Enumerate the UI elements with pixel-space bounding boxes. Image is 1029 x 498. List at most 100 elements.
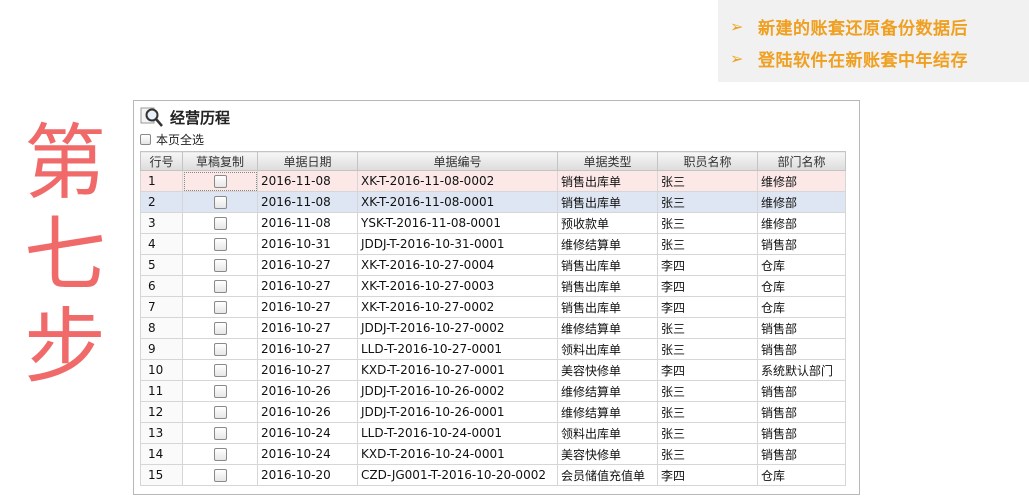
panel-title: 经营历程 xyxy=(170,109,231,127)
table-row[interactable]: 13 2016-10-24 LLD-T-2016-10-24-0001 领料出库单 张三… xyxy=(140,422,846,444)
checkbox-icon[interactable] xyxy=(213,238,227,251)
document-number: CZD-JG001-T-2016-10-20-0002 xyxy=(357,464,558,486)
table-row[interactable]: 12 2016-10-26 JDDJ-T-2016-10-26-0001 维修结算单张… xyxy=(140,401,846,423)
column-header[interactable]: 单据编号 xyxy=(357,151,558,171)
department-name: 仓库 xyxy=(757,296,846,318)
document-number: LLD-T-2016-10-24-0001 xyxy=(357,422,558,444)
draft-copy-checkbox[interactable] xyxy=(182,296,258,318)
department-name: 维修部 xyxy=(757,170,846,192)
draft-copy-checkbox[interactable] xyxy=(182,422,258,444)
draft-copy-checkbox[interactable] xyxy=(182,317,258,339)
staff-name: 张三 xyxy=(657,401,758,423)
checkbox-icon[interactable] xyxy=(213,469,227,482)
checkbox-icon[interactable] xyxy=(213,217,227,230)
staff-name: 张三 xyxy=(657,317,758,339)
row-number: 14 xyxy=(140,443,183,465)
department-name: 系统默认部门 xyxy=(757,359,846,381)
document-number: JDDJ-T-2016-10-27-0002 xyxy=(357,317,558,339)
column-header[interactable]: 草稿复制 xyxy=(182,151,258,171)
department-name: 销售部 xyxy=(757,317,846,339)
column-header[interactable]: 部门名称 xyxy=(757,151,846,171)
notes-box: ➢ 新建的账套还原备份数据后 ➢ 登陆软件在新账套中年结存 xyxy=(718,0,1029,82)
draft-copy-checkbox[interactable] xyxy=(182,401,258,423)
draft-copy-checkbox[interactable] xyxy=(182,275,258,297)
checkbox-icon[interactable] xyxy=(213,364,227,377)
column-header[interactable]: 单据日期 xyxy=(257,151,358,171)
department-name: 仓库 xyxy=(757,254,846,276)
checkbox-icon[interactable] xyxy=(213,406,227,419)
row-number: 3 xyxy=(140,212,183,234)
department-name: 销售部 xyxy=(757,233,846,255)
staff-name: 张三 xyxy=(657,233,758,255)
document-type: 领料出库单 xyxy=(557,338,658,360)
table-row[interactable]: 14 2016-10-24 KXD-T-2016-10-24-0001 美容快修单 张三… xyxy=(140,443,846,465)
row-number: 10 xyxy=(140,359,183,381)
draft-copy-checkbox[interactable] xyxy=(182,212,258,234)
row-number: 4 xyxy=(140,233,183,255)
staff-name: 张三 xyxy=(657,212,758,234)
department-name: 销售部 xyxy=(757,443,846,465)
step-title-char: 步 xyxy=(23,300,106,395)
draft-copy-checkbox[interactable] xyxy=(182,359,258,381)
checkbox-icon[interactable] xyxy=(213,427,227,440)
table-row[interactable]: 1 2016-11-08 XK-T-2016-11-08-0002 销售出库单 张三 维修… xyxy=(140,170,846,192)
staff-name: 李四 xyxy=(657,254,758,276)
table-row[interactable]: 2 2016-11-08 XK-T-2016-11-08-0001 销售出库单 张三 维修… xyxy=(140,191,846,213)
row-number: 12 xyxy=(140,401,183,423)
row-number: 9 xyxy=(140,338,183,360)
table-row[interactable]: 10 2016-10-27 KXD-T-2016-10-27-0001 美容快修单 李四… xyxy=(140,359,846,381)
draft-copy-checkbox[interactable] xyxy=(182,443,258,465)
document-type: 美容快修单 xyxy=(557,359,658,381)
checkbox-icon[interactable] xyxy=(213,301,227,314)
document-type: 销售出库单 xyxy=(557,254,658,276)
checkbox-icon[interactable] xyxy=(213,280,227,293)
checkbox-icon[interactable] xyxy=(213,259,227,272)
table-row[interactable]: 8 2016-10-27 JDDJ-T-2016-10-27-0002 维修结算单 张三… xyxy=(140,317,846,339)
column-header[interactable]: 单据类型 xyxy=(557,151,658,171)
document-number: XK-T-2016-10-27-0003 xyxy=(357,275,558,297)
table-row[interactable]: 11 2016-10-26 JDDJ-T-2016-10-26-0002 维修结算单张… xyxy=(140,380,846,402)
row-number: 8 xyxy=(140,317,183,339)
table-row[interactable]: 15 2016-10-20 CZD-JG001-T-2016-10-20-0002 会… xyxy=(140,464,846,486)
checkbox-icon[interactable] xyxy=(213,196,227,209)
arrow-bullet-icon: ➢ xyxy=(730,48,744,68)
document-type: 维修结算单 xyxy=(557,401,658,423)
document-number: XK-T-2016-11-08-0002 xyxy=(357,170,558,192)
checkbox-icon[interactable] xyxy=(213,385,227,398)
column-header[interactable]: 行号 xyxy=(140,151,183,171)
draft-copy-checkbox[interactable] xyxy=(182,380,258,402)
document-date: 2016-10-27 xyxy=(257,317,358,339)
select-all-checkbox[interactable]: 本页全选 xyxy=(140,131,204,148)
draft-copy-checkbox[interactable] xyxy=(182,191,258,213)
document-date: 2016-11-08 xyxy=(257,170,358,192)
checkbox-icon[interactable] xyxy=(213,448,227,461)
checkbox-icon[interactable] xyxy=(140,134,151,145)
checkbox-icon[interactable] xyxy=(213,343,227,356)
checkbox-icon[interactable] xyxy=(213,175,227,188)
staff-name: 张三 xyxy=(657,170,758,192)
table-row[interactable]: 3 2016-11-08 YSK-T-2016-11-08-0001 预收款单 张三 维修… xyxy=(140,212,846,234)
document-type: 销售出库单 xyxy=(557,170,658,192)
draft-copy-checkbox[interactable] xyxy=(182,233,258,255)
note-item: ➢ 新建的账套还原备份数据后 xyxy=(730,10,1029,42)
checkbox-icon[interactable] xyxy=(213,322,227,335)
document-type: 维修结算单 xyxy=(557,317,658,339)
table-row[interactable]: 4 2016-10-31 JDDJ-T-2016-10-31-0001 维修结算单 张三… xyxy=(140,233,846,255)
department-name: 销售部 xyxy=(757,422,846,444)
draft-copy-checkbox[interactable] xyxy=(182,254,258,276)
note-item: ➢ 登陆软件在新账套中年结存 xyxy=(730,42,1029,74)
draft-copy-checkbox[interactable] xyxy=(182,338,258,360)
column-header[interactable]: 职员名称 xyxy=(657,151,758,171)
magnifier-icon xyxy=(140,107,163,127)
note-text: 新建的账套还原备份数据后 xyxy=(758,18,968,39)
staff-name: 张三 xyxy=(657,338,758,360)
table-row[interactable]: 6 2016-10-27 XK-T-2016-10-27-0003 销售出库单 李四 仓库 xyxy=(140,275,846,297)
document-date: 2016-11-08 xyxy=(257,191,358,213)
draft-copy-checkbox[interactable] xyxy=(182,464,258,486)
table-row[interactable]: 7 2016-10-27 XK-T-2016-10-27-0002 销售出库单 李四 仓库 xyxy=(140,296,846,318)
table-row[interactable]: 5 2016-10-27 XK-T-2016-10-27-0004 销售出库单 李四 仓库 xyxy=(140,254,846,276)
draft-copy-checkbox[interactable] xyxy=(182,170,258,192)
document-date: 2016-10-31 xyxy=(257,233,358,255)
table-row[interactable]: 9 2016-10-27 LLD-T-2016-10-27-0001 领料出库单 张三销… xyxy=(140,338,846,360)
document-number: XK-T-2016-11-08-0001 xyxy=(357,191,558,213)
